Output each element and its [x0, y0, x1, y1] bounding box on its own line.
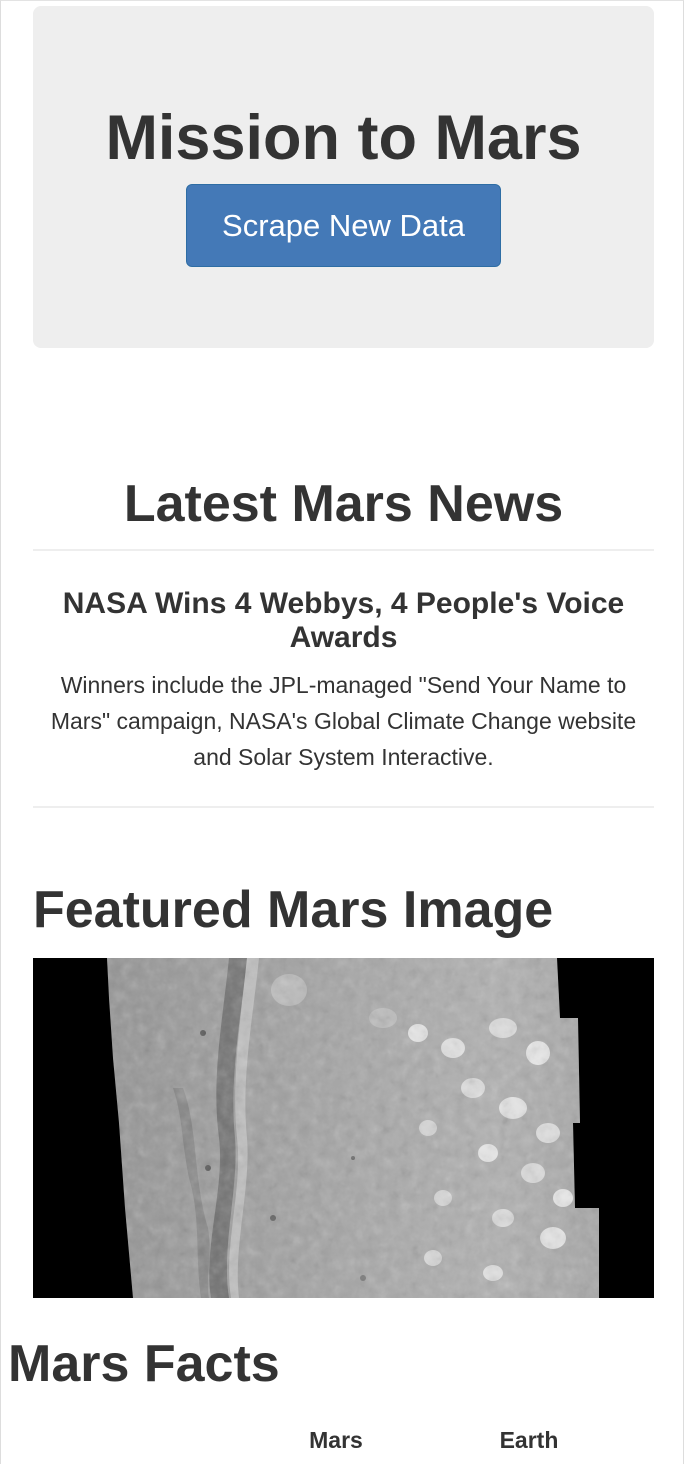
facts-column-spacer [614, 1418, 684, 1462]
mars-facts-heading: Mars Facts [8, 1335, 280, 1393]
news-top-divider [33, 549, 654, 551]
facts-column-header-blank [8, 1418, 228, 1462]
mars-surface-image [33, 958, 654, 1298]
news-teaser: Winners include the JPL-managed "Send Yo… [50, 672, 637, 770]
facts-column-header-earth: Earth [499, 1426, 559, 1453]
scrape-new-data-button[interactable]: Scrape New Data [186, 184, 501, 267]
facts-table-header-row: Mars Earth [8, 1418, 684, 1462]
latest-news-heading: Latest Mars News [123, 475, 564, 533]
news-title: NASA Wins 4 Webbys, 4 People's Voice Awa… [62, 587, 625, 654]
facts-column-header-mars: Mars [309, 1426, 363, 1453]
mars-facts-table: Mars Earth [8, 1418, 684, 1462]
jumbotron: Mission to Mars Scrape New Data [33, 6, 654, 348]
featured-image-heading: Featured Mars Image [33, 881, 554, 939]
featured-mars-image [33, 958, 654, 1298]
news-bottom-divider [33, 806, 654, 808]
page-title: Mission to Mars [105, 103, 582, 173]
